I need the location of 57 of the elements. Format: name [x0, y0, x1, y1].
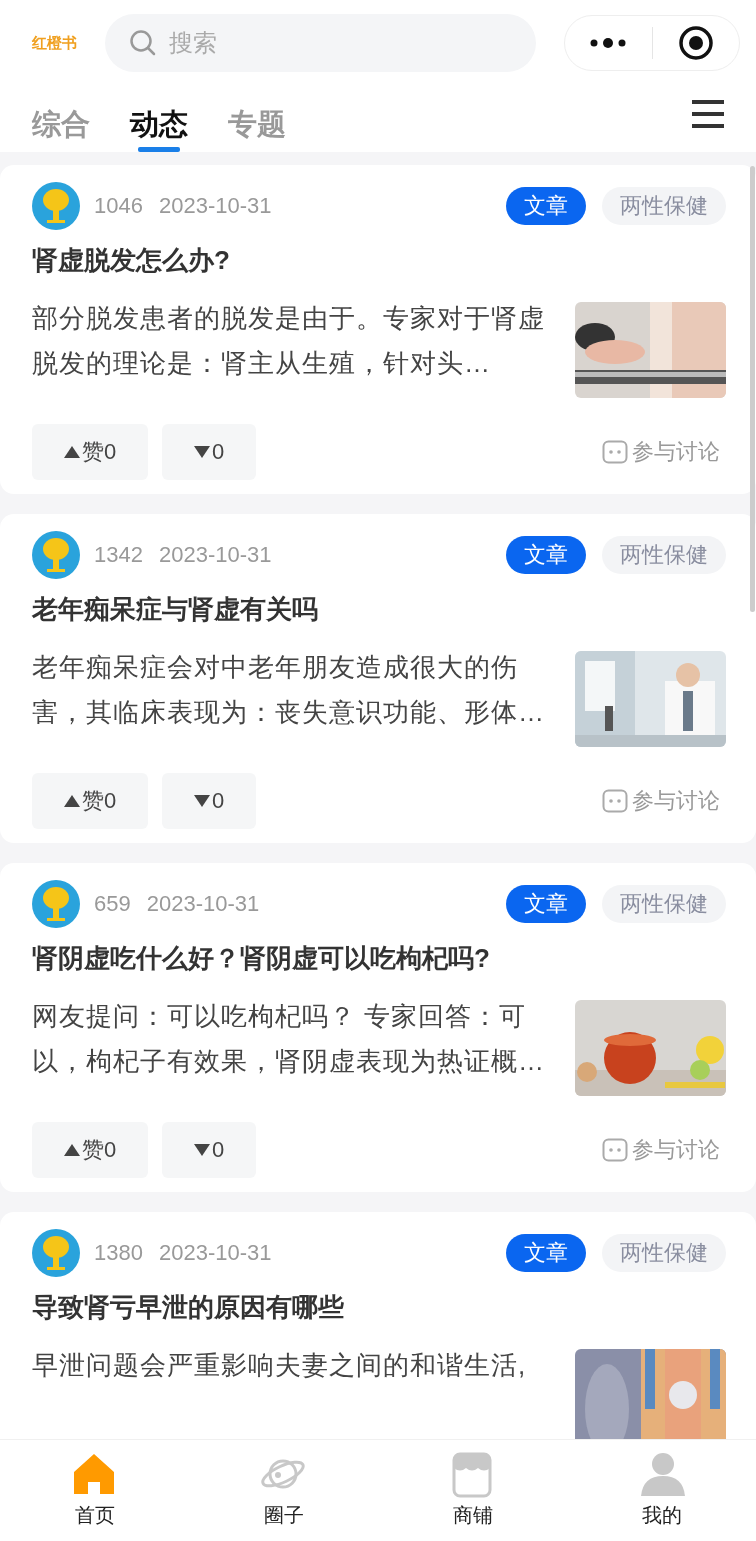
post-card[interactable]: 1342 2023-10-31 文章 两性保健 老年痴呆症与肾虚有关吗 老年痴呆症会对中老年朋友造成很大的伤害，其临床表现为：丧失意识功能、形体… 赞0 0 参与讨论: [0, 514, 756, 843]
tab-underline: [138, 147, 180, 152]
like-button[interactable]: 赞0: [32, 424, 148, 480]
triangle-down-icon: [193, 795, 210, 807]
avatar-icon: [32, 182, 80, 230]
post-summary: 早泄问题会严重影响夫妻之间的和谐生活,: [32, 1349, 528, 1382]
post-date: 2023-10-31: [158, 542, 272, 568]
nav-item[interactable]: 首页: [0, 1440, 189, 1541]
chat-icon: [602, 1138, 628, 1162]
post-title: 肾虚脱发怎么办?: [32, 244, 231, 277]
nav-item[interactable]: 商铺: [378, 1440, 567, 1541]
triangle-down-icon: [193, 446, 210, 458]
triangle-down-icon: [193, 1144, 210, 1156]
view-count: 1046: [94, 193, 143, 219]
dislike-button[interactable]: 0: [162, 773, 256, 829]
triangle-up-icon: [63, 795, 80, 807]
logo-text: 红橙书: [32, 33, 77, 53]
post-card[interactable]: 659 2023-10-31 文章 两性保健 肾阴虚吃什么好？肾阴虚可以吃枸杞吗? 网友提问：可以吃枸杞吗？ 专家回答：可以，枸杞子有效果，肾阴虚表现为热证概… 赞0 0 参与讨论: [0, 863, 756, 1192]
view-count: 1342: [94, 542, 143, 568]
menu-icon[interactable]: [692, 100, 724, 128]
post-date: 2023-10-31: [158, 1240, 272, 1266]
post-title: 老年痴呆症与肾虚有关吗: [32, 593, 319, 626]
type-tag[interactable]: 文章: [506, 885, 586, 923]
type-tag[interactable]: 文章: [506, 187, 586, 225]
view-count: 659: [94, 891, 131, 917]
search-field[interactable]: 搜索: [167, 28, 371, 58]
dislike-button[interactable]: 0: [162, 1122, 256, 1178]
type-tag[interactable]: 文章: [506, 536, 586, 574]
like-button[interactable]: 赞0: [32, 773, 148, 829]
dislike-button[interactable]: 0: [162, 424, 256, 480]
avatar-icon: [32, 880, 80, 928]
post-summary: 老年痴呆症会对中老年朋友造成很大的伤害，其临床表现为：丧失意识功能、形体…: [32, 651, 546, 729]
tab[interactable]: 动态: [130, 86, 188, 152]
view-count: 1380: [94, 1240, 143, 1266]
post-card[interactable]: 1380 2023-10-31 文章 两性保健 导致肾亏早泄的原因有哪些 早泄问题会严重影响夫妻之间的和谐生活,: [0, 1212, 756, 1439]
chat-icon: [602, 440, 628, 464]
post-date: 2023-10-31: [146, 891, 260, 917]
scrollbar[interactable]: [750, 166, 755, 612]
post-summary: 部分脱发患者的脱发是由于。专家对于肾虚脱发的理论是：肾主从生殖，针对头…: [32, 302, 546, 380]
avatar-icon: [32, 1229, 80, 1277]
type-tag[interactable]: 文章: [506, 1234, 586, 1272]
target-icon[interactable]: [677, 25, 714, 61]
post-date: 2023-10-31: [158, 193, 272, 219]
chat-icon: [602, 789, 628, 813]
post-title: 肾阴虚吃什么好？肾阴虚可以吃枸杞吗?: [32, 942, 491, 975]
triangle-up-icon: [63, 446, 80, 458]
avatar-icon: [32, 531, 80, 579]
post-summary: 网友提问：可以吃枸杞吗？ 专家回答：可以，枸杞子有效果，肾阴虚表现为热证概…: [32, 1000, 546, 1078]
like-button[interactable]: 赞0: [32, 1122, 148, 1178]
nav-item[interactable]: 圈子: [189, 1440, 378, 1541]
post-title: 导致肾亏早泄的原因有哪些: [32, 1291, 345, 1324]
search-icon: [129, 29, 157, 57]
search-bar[interactable]: 搜索: [105, 14, 536, 72]
triangle-up-icon: [63, 1144, 80, 1156]
nav-item[interactable]: 我的: [567, 1440, 756, 1541]
more-icon[interactable]: [589, 37, 628, 49]
post-card[interactable]: 1046 2023-10-31 文章 两性保健 肾虚脱发怎么办? 部分脱发患者的脱发是由于。专家对于肾虚脱发的理论是：肾主从生殖，针对头… 赞0 0 参与讨论: [0, 165, 756, 494]
